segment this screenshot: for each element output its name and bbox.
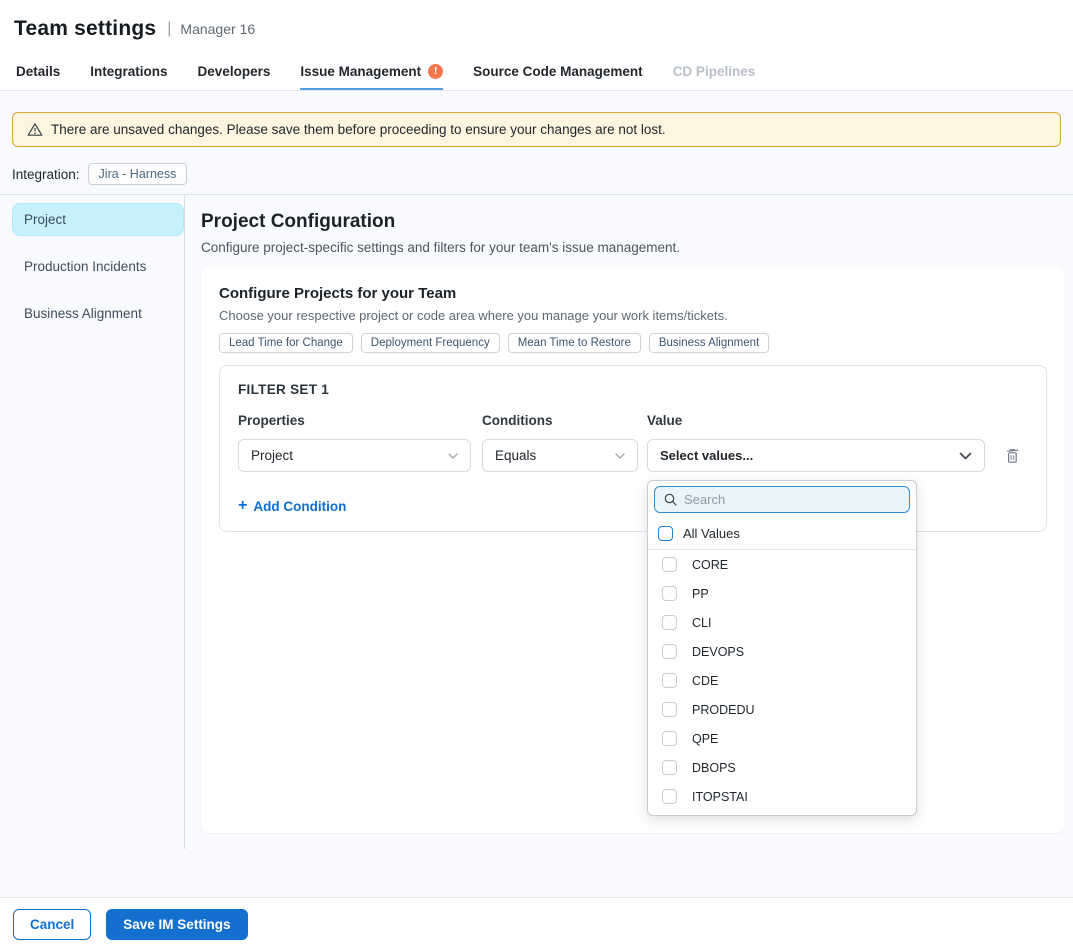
dropdown-search-wrap [648, 481, 916, 518]
configure-projects-card: Configure Projects for your Team Choose … [201, 267, 1065, 833]
dropdown-option[interactable]: CLI [648, 608, 916, 637]
team-name: Manager 16 [180, 21, 255, 37]
sidebar: Project Production Incidents Business Al… [0, 195, 185, 849]
chip-mean-time-to-restore[interactable]: Mean Time to Restore [508, 333, 641, 353]
integration-chip[interactable]: Jira - Harness [88, 163, 188, 185]
tab-details[interactable]: Details [16, 57, 60, 90]
option-checkbox[interactable] [662, 760, 677, 775]
chevron-down-icon [615, 453, 625, 459]
dropdown-option[interactable]: CDE [648, 666, 916, 695]
delete-filter-button[interactable] [1005, 447, 1020, 464]
filter-set-1: FILTER SET 1 Properties Conditions Value… [219, 365, 1047, 532]
dropdown-option[interactable]: DBOPS [648, 753, 916, 782]
tab-issue-management[interactable]: Issue Management ! [300, 57, 443, 90]
save-im-settings-button[interactable]: Save IM Settings [106, 909, 247, 940]
conditions-select[interactable]: Equals [482, 439, 638, 472]
all-values-checkbox[interactable] [658, 526, 673, 541]
banner-text: There are unsaved changes. Please save t… [51, 122, 666, 137]
card-title: Configure Projects for your Team [219, 285, 1047, 302]
main-panel: Project Configuration Configure project-… [185, 195, 1073, 849]
column-header-value: Value [647, 413, 985, 428]
dropdown-option[interactable]: DEVOPS [648, 637, 916, 666]
option-checkbox[interactable] [662, 557, 677, 572]
option-checkbox[interactable] [662, 644, 677, 659]
sidebar-item-project[interactable]: Project [12, 203, 184, 236]
dropdown-option[interactable]: CORE [648, 550, 916, 579]
chevron-down-icon [959, 452, 972, 460]
option-checkbox[interactable] [662, 615, 677, 630]
filter-column-headers: Properties Conditions Value [238, 413, 1028, 428]
section-subtitle: Configure project-specific settings and … [201, 240, 1065, 255]
title-separator: | [167, 20, 171, 38]
option-checkbox[interactable] [662, 731, 677, 746]
add-condition-button[interactable]: + Add Condition [238, 498, 346, 514]
content-area: There are unsaved changes. Please save t… [0, 91, 1073, 897]
tab-integrations[interactable]: Integrations [90, 57, 167, 90]
trash-icon [1005, 447, 1020, 464]
filter-row: Project Equals [238, 439, 1028, 472]
dropdown-option[interactable]: ITOPSTAI [648, 782, 916, 811]
option-checkbox[interactable] [662, 673, 677, 688]
dropdown-search-box [654, 486, 910, 513]
integration-label: Integration: [12, 167, 80, 182]
option-checkbox[interactable] [662, 702, 677, 717]
search-input[interactable] [684, 492, 900, 507]
sidebar-item-business-alignment[interactable]: Business Alignment [12, 297, 184, 330]
page-header: Team settings | Manager 16 [0, 0, 1073, 57]
value-select-wrap: Select values... [647, 439, 985, 472]
value-dropdown-panel: All Values CORE PP CLI DEVOPS CDE PRODED… [647, 480, 917, 816]
dropdown-option[interactable]: PIPE [648, 811, 916, 816]
properties-select[interactable]: Project [238, 439, 471, 472]
tab-developers[interactable]: Developers [198, 57, 271, 90]
value-select[interactable]: Select values... [647, 439, 985, 472]
tab-source-code-management[interactable]: Source Code Management [473, 57, 643, 90]
cancel-button[interactable]: Cancel [13, 909, 91, 940]
page-title: Team settings [14, 17, 156, 41]
column-header-properties: Properties [238, 413, 471, 428]
sidebar-item-production-incidents[interactable]: Production Incidents [12, 250, 184, 283]
dropdown-option[interactable]: PP [648, 579, 916, 608]
card-subtitle: Choose your respective project or code a… [219, 308, 1047, 323]
chevron-down-icon [448, 453, 458, 459]
footer-actions: Cancel Save IM Settings [0, 897, 1073, 951]
tab-bar: Details Integrations Developers Issue Ma… [0, 57, 1073, 91]
unsaved-warning-badge-icon: ! [428, 64, 443, 79]
conditions-select-value: Equals [495, 448, 536, 463]
dropdown-option[interactable]: QPE [648, 724, 916, 753]
option-checkbox[interactable] [662, 586, 677, 601]
unsaved-changes-banner: There are unsaved changes. Please save t… [12, 112, 1061, 147]
warning-triangle-icon [27, 122, 43, 137]
value-select-placeholder: Select values... [660, 448, 753, 463]
filter-set-title: FILTER SET 1 [238, 382, 1028, 397]
all-values-label: All Values [683, 526, 740, 541]
columns: Project Production Incidents Business Al… [0, 195, 1073, 849]
plus-icon: + [238, 498, 247, 514]
metric-chips: Lead Time for Change Deployment Frequenc… [219, 333, 1047, 353]
chip-deployment-frequency[interactable]: Deployment Frequency [361, 333, 500, 353]
chip-lead-time-for-change[interactable]: Lead Time for Change [219, 333, 353, 353]
properties-select-value: Project [251, 448, 293, 463]
search-icon [664, 493, 677, 506]
add-condition-label: Add Condition [253, 499, 346, 514]
tab-cd-pipelines: CD Pipelines [673, 57, 756, 90]
section-title: Project Configuration [201, 211, 1065, 233]
integration-row: Integration: Jira - Harness [12, 163, 1061, 185]
all-values-option[interactable]: All Values [648, 518, 916, 549]
dropdown-option[interactable]: PRODEDU [648, 695, 916, 724]
option-checkbox[interactable] [662, 789, 677, 804]
chip-business-alignment[interactable]: Business Alignment [649, 333, 769, 353]
column-header-conditions: Conditions [482, 413, 638, 428]
